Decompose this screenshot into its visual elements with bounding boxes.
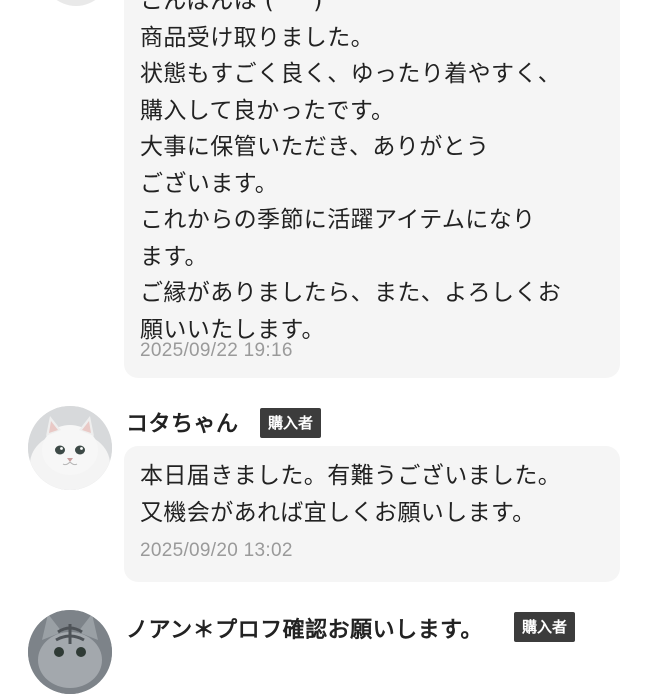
review-message: こんばんは (^^) 商品受け取りました。 状態もすごく良く、ゆったり着やすく、…	[140, 0, 561, 348]
message-line: 本日届きました。有難うございました。	[140, 463, 562, 489]
message-line: ます。	[140, 243, 208, 270]
review-message: 本日届きました。有難うございました。 又機会があれば宜しくお願いします。	[140, 458, 561, 531]
message-line: これからの季節に活躍アイテムになり	[140, 207, 536, 233]
reviewer-name[interactable]: ノアン＊プロフ確認お願いします。	[126, 612, 483, 644]
message-line: こんばんは (^^)	[140, 0, 323, 14]
buyer-badge: 購入者	[514, 612, 576, 642]
message-line: 状態もすごく良く、ゆったり着やすく、	[140, 61, 562, 87]
review-timestamp: 2025/09/20 13:02	[140, 540, 293, 561]
avatar[interactable]	[28, 406, 112, 490]
avatar[interactable]	[42, 0, 110, 6]
message-line: 購入して良かったです。	[140, 97, 395, 124]
white-persian-cat-icon	[28, 406, 112, 490]
message-line: 商品受け取りました。	[140, 24, 374, 51]
message-line: 大事に保管いただき、ありがとう	[140, 134, 490, 160]
review-timestamp: 2025/09/22 19:16	[140, 340, 293, 361]
avatar[interactable]	[28, 610, 112, 694]
message-line: 又機会があれば宜しくお願いします。	[140, 499, 536, 526]
review-bubble: こんばんは (^^) 商品受け取りました。 状態もすごく良く、ゆったり着やすく、…	[124, 0, 620, 378]
gray-tabby-cat-icon	[28, 610, 112, 694]
buyer-badge: 購入者	[260, 408, 322, 438]
reviewer-name[interactable]: コタちゃん	[126, 406, 239, 438]
message-line: ご縁がありましたら、また、よろしくお	[140, 280, 562, 306]
review-bubble: 本日届きました。有難うございました。 又機会があれば宜しくお願いします。 202…	[124, 446, 620, 582]
message-line: ございます。	[140, 170, 279, 197]
